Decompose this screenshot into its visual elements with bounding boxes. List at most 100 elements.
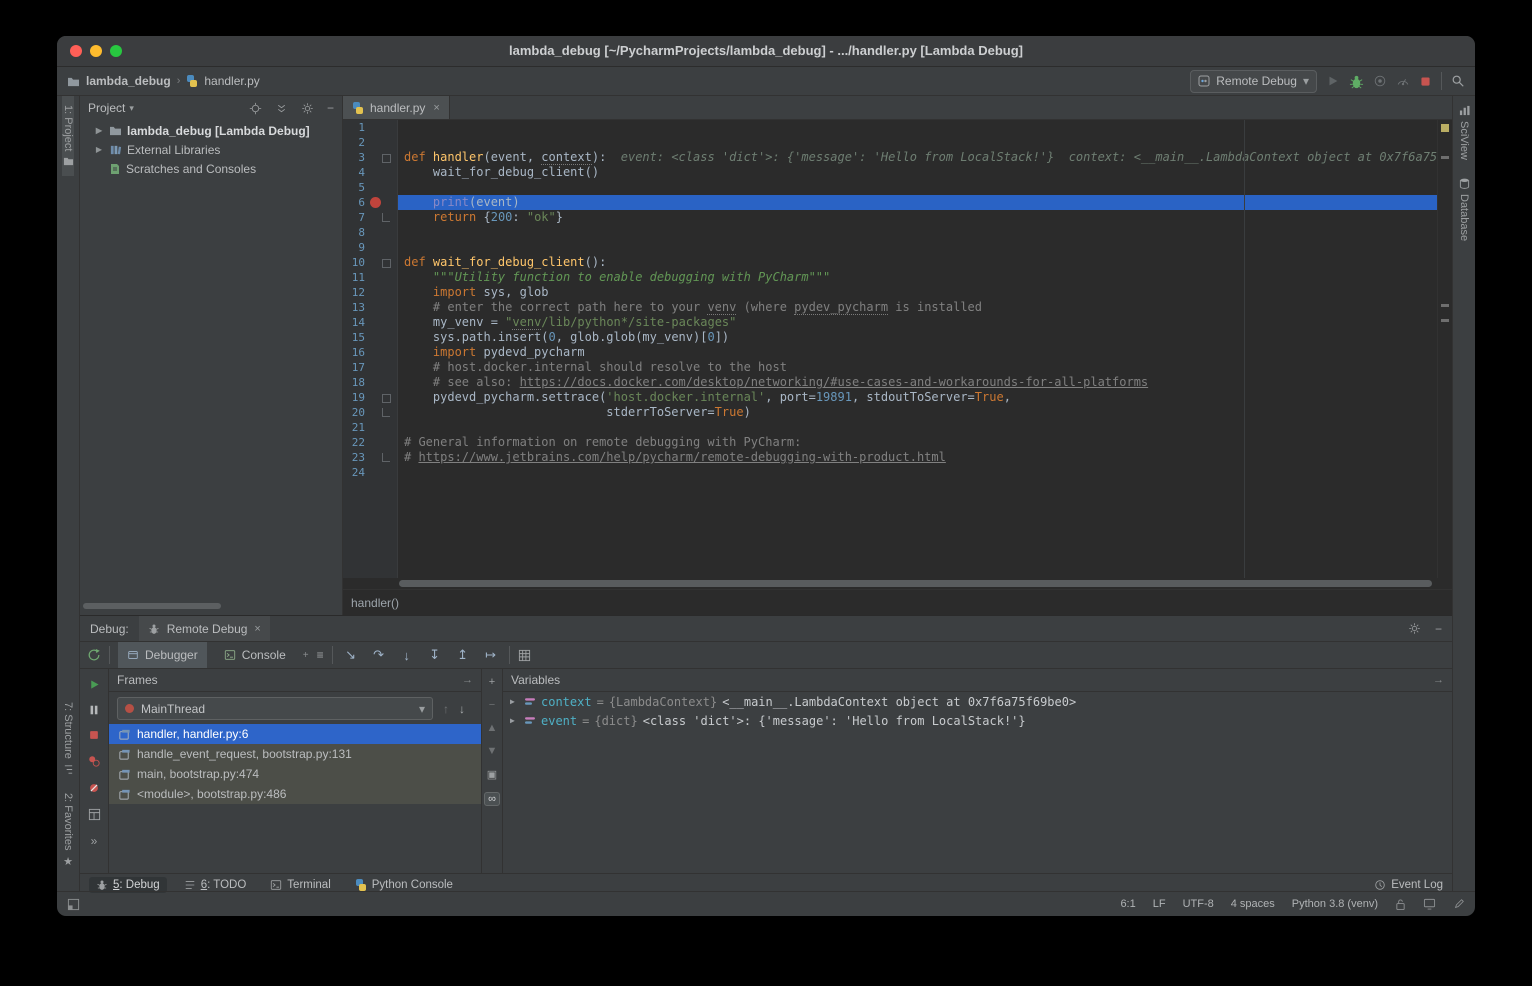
- code-line[interactable]: sys.path.insert(0, glob.glob(my_venv)[0]…: [398, 330, 1437, 345]
- fold-marker-icon[interactable]: [382, 154, 391, 163]
- fold-end-icon[interactable]: [382, 453, 390, 462]
- tab-console[interactable]: Console: [215, 642, 295, 668]
- code-line[interactable]: [398, 420, 1437, 435]
- mute-breakpoints-icon[interactable]: [87, 781, 101, 795]
- debug-session-tab[interactable]: Remote Debug ×: [139, 616, 270, 641]
- code-line[interactable]: # https://www.jetbrains.com/help/pycharm…: [398, 450, 1437, 465]
- infinity-icon[interactable]: ∞: [484, 792, 500, 806]
- expand-arrow-icon[interactable]: ▶: [94, 145, 104, 154]
- coverage-button[interactable]: [1373, 74, 1387, 88]
- code-line[interactable]: # enter the correct path here to your ve…: [398, 300, 1437, 315]
- step-into-icon[interactable]: ↓: [397, 648, 417, 663]
- lock-icon[interactable]: [1395, 898, 1406, 911]
- code-line[interactable]: my_venv = "venv/lib/python*/site-package…: [398, 315, 1437, 330]
- force-step-into-icon[interactable]: ↧: [425, 647, 445, 663]
- step-over-icon[interactable]: ↷: [369, 647, 389, 663]
- profiler-button[interactable]: [1396, 74, 1410, 88]
- variable-row[interactable]: ▶event = {dict} <class 'dict'>: {'messag…: [503, 711, 1452, 730]
- rerun-icon[interactable]: [87, 648, 101, 662]
- gear-icon[interactable]: [1408, 622, 1421, 635]
- sidebar-item-database[interactable]: Database: [1458, 169, 1470, 250]
- previous-frame-icon[interactable]: ↑: [443, 702, 449, 716]
- locate-file-icon[interactable]: [249, 102, 262, 115]
- panel-arrow-icon[interactable]: →: [1433, 674, 1444, 686]
- editor-tab-handler[interactable]: handler.py ×: [343, 96, 450, 119]
- frame-row[interactable]: <module>, bootstrap.py:486: [109, 784, 481, 804]
- sidebar-item-project[interactable]: 1: Project: [62, 96, 74, 176]
- expand-arrow-icon[interactable]: ▶: [94, 126, 104, 135]
- hide-panel-icon[interactable]: −: [1435, 622, 1442, 636]
- run-button[interactable]: [1326, 74, 1340, 88]
- debug-button[interactable]: [1349, 74, 1364, 89]
- code-line[interactable]: def handler(event, context): event: <cla…: [398, 150, 1437, 165]
- editor-body[interactable]: 123456789101112131415161718192021222324 …: [343, 120, 1452, 578]
- expand-arrow-icon[interactable]: ▶: [510, 716, 519, 725]
- fold-marker-icon[interactable]: [382, 394, 391, 403]
- plus-icon[interactable]: +: [489, 676, 495, 688]
- run-configuration-select[interactable]: Remote Debug ▾: [1190, 70, 1317, 93]
- variable-row[interactable]: ▶context = {LambdaContext} <__main__.Lam…: [503, 692, 1452, 711]
- code-line[interactable]: [398, 225, 1437, 240]
- expand-arrow-icon[interactable]: ▶: [510, 697, 519, 706]
- tri_down-icon[interactable]: ▼: [487, 745, 498, 757]
- code-line[interactable]: # General information on remote debuggin…: [398, 435, 1437, 450]
- minimize-window-button[interactable]: [90, 45, 102, 57]
- code-line[interactable]: [398, 240, 1437, 255]
- code-line[interactable]: # host.docker.internal should resolve to…: [398, 360, 1437, 375]
- fold-marker-icon[interactable]: [382, 259, 391, 268]
- close-session-icon[interactable]: ×: [254, 623, 260, 635]
- file-encoding[interactable]: UTF-8: [1183, 898, 1214, 910]
- code-line[interactable]: [398, 120, 1437, 135]
- pen-icon[interactable]: [1453, 898, 1465, 910]
- code-line[interactable]: import sys, glob: [398, 285, 1437, 300]
- stripe-mark[interactable]: [1441, 304, 1449, 307]
- code-line[interactable]: stderrToServer=True): [398, 405, 1437, 420]
- monitor-icon[interactable]: [1423, 898, 1436, 910]
- event-log-button[interactable]: Event Log: [1374, 879, 1443, 891]
- warning-mark[interactable]: [1441, 124, 1449, 132]
- code-line[interactable]: def wait_for_debug_client():: [398, 255, 1437, 270]
- code-line[interactable]: [398, 135, 1437, 150]
- code-line[interactable]: print(event): [398, 195, 1437, 210]
- thread-select[interactable]: MainThread ▾: [117, 697, 433, 720]
- error-stripe[interactable]: [1437, 120, 1452, 578]
- next-frame-icon[interactable]: ↓: [459, 702, 465, 716]
- breakpoint-dot[interactable]: [370, 197, 381, 208]
- code-line[interactable]: pydevd_pycharm.settrace('host.docker.int…: [398, 390, 1437, 405]
- show-execution-point-icon[interactable]: ↘: [341, 647, 361, 663]
- tool-windows-toggle-icon[interactable]: [67, 898, 80, 911]
- close-tab-icon[interactable]: ×: [433, 102, 439, 114]
- chevron-down-icon[interactable]: ▾: [129, 103, 134, 114]
- fold-end-icon[interactable]: [382, 408, 390, 417]
- tab-debugger[interactable]: Debugger: [118, 642, 207, 668]
- project-tree-item[interactable]: Scratches and Consoles: [80, 159, 342, 178]
- editor-breadcrumbs[interactable]: handler(): [343, 589, 1452, 615]
- layout-options-icon[interactable]: ≡: [317, 648, 324, 662]
- code-line[interactable]: [398, 180, 1437, 195]
- sidebar-item-favorites[interactable]: 2: Favorites ★: [62, 784, 75, 877]
- panel-arrow-icon[interactable]: →: [462, 674, 473, 686]
- code-line[interactable]: import pydevd_pycharm: [398, 345, 1437, 360]
- breadcrumb-file[interactable]: handler.py: [186, 74, 259, 88]
- code-line[interactable]: return {200: "ok"}: [398, 210, 1437, 225]
- editor-horizontal-scrollbar[interactable]: [343, 578, 1452, 589]
- close-window-button[interactable]: [70, 45, 82, 57]
- stop-button[interactable]: [1419, 75, 1432, 88]
- sidebar-item-structure[interactable]: 7: Structure: [62, 693, 74, 784]
- collapse-all-icon[interactable]: [275, 102, 288, 115]
- project-scrollbar[interactable]: [83, 603, 221, 609]
- fold-end-icon[interactable]: [382, 213, 390, 222]
- stripe-mark[interactable]: [1441, 156, 1449, 159]
- resume-icon[interactable]: [88, 678, 101, 691]
- tri_up-icon[interactable]: ▲: [487, 722, 498, 734]
- frame-row[interactable]: main, bootstrap.py:474: [109, 764, 481, 784]
- frame-row[interactable]: handle_event_request, bootstrap.py:131: [109, 744, 481, 764]
- code-line[interactable]: [398, 465, 1437, 480]
- open-console-icon[interactable]: +: [303, 650, 309, 661]
- gear-icon[interactable]: [301, 102, 314, 115]
- view-breakpoints-icon[interactable]: [87, 754, 101, 768]
- frame-row[interactable]: handler, handler.py:6: [109, 724, 481, 744]
- minus-icon[interactable]: −: [489, 699, 495, 711]
- box-icon[interactable]: ▣: [487, 768, 497, 781]
- stop-icon[interactable]: [88, 729, 100, 741]
